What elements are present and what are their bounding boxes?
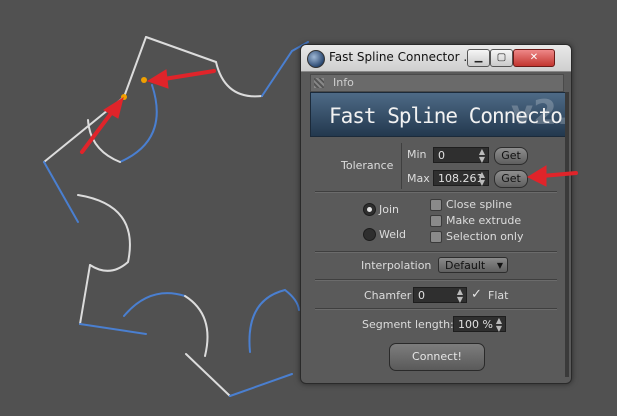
info-bar[interactable]: Info [310, 74, 564, 92]
minimize-button[interactable]: ▁ [467, 49, 490, 67]
interpolation-value: Default [445, 259, 486, 272]
spline-segment [123, 292, 186, 317]
make-extrude-checkbox[interactable] [430, 215, 442, 227]
spline-segment [184, 295, 209, 357]
spline-segment [215, 61, 263, 98]
join-radio[interactable] [363, 203, 376, 216]
max-tolerance-value: 108.261 [438, 172, 484, 185]
spin-arrows-icon[interactable]: ▲ ▼ [496, 317, 502, 333]
spin-arrows-icon[interactable]: ▲ ▼ [479, 171, 485, 187]
segment-length-field[interactable]: 100 % ▲ ▼ [453, 316, 506, 333]
section-divider [315, 251, 557, 253]
chamfer-value: 0 [418, 289, 425, 302]
scrollbar[interactable] [565, 92, 569, 377]
section-divider [315, 279, 557, 281]
checkmark-icon[interactable]: ✓ [471, 287, 482, 302]
section-divider [315, 308, 557, 310]
maximize-button[interactable]: ▢ [490, 49, 513, 67]
weld-label: Weld [379, 228, 407, 241]
spline-segment [145, 36, 217, 63]
spline-segment [77, 194, 131, 272]
spline-point[interactable] [141, 77, 147, 83]
segment-length-label: Segment length: [362, 318, 454, 331]
make-extrude-label: Make extrude [446, 214, 522, 227]
connect-button[interactable]: Connect! [389, 343, 485, 371]
interpolation-label: Interpolation [361, 259, 432, 272]
spline-segment [87, 119, 121, 163]
title-bar[interactable]: Fast Spline Connector ... ▁ ▢ ✕ [301, 45, 571, 72]
spline-segment [79, 323, 147, 335]
spline-segment [79, 264, 91, 325]
spline-segment [123, 36, 147, 98]
selection-only-checkbox[interactable] [430, 231, 442, 243]
plugin-window[interactable]: Fast Spline Connector ... ▁ ▢ ✕ Info v2.… [300, 44, 572, 384]
spline-segment [248, 288, 300, 353]
max-label: Max [407, 172, 430, 185]
get-max-button[interactable]: Get [494, 170, 528, 188]
red-arrow-icon [146, 69, 216, 89]
weld-radio[interactable] [363, 228, 376, 241]
window-title: Fast Spline Connector ... [329, 50, 475, 64]
tolerance-divider [401, 143, 402, 189]
min-tolerance-field[interactable]: 0 ▲ ▼ [433, 147, 489, 164]
interpolation-dropdown[interactable]: Default ▼ [438, 257, 508, 273]
get-min-button[interactable]: Get [494, 147, 528, 165]
chamfer-label: Chamfer [364, 289, 412, 302]
spin-arrows-icon[interactable]: ▲ ▼ [479, 148, 485, 164]
dropdown-arrow-icon: ▼ [496, 261, 503, 270]
spline-segment [229, 373, 293, 397]
tolerance-label: Tolerance [341, 159, 394, 172]
chamfer-field[interactable]: 0 ▲ ▼ [413, 287, 467, 304]
min-label: Min [407, 148, 427, 161]
close-spline-checkbox[interactable] [430, 199, 442, 211]
grip-icon[interactable] [314, 78, 324, 88]
spin-arrows-icon[interactable]: ▲ ▼ [457, 288, 463, 304]
spline-segment [185, 353, 231, 397]
selection-only-label: Selection only [446, 230, 524, 243]
segment-length-value: 100 % [458, 318, 493, 331]
spline-segment [43, 161, 79, 223]
max-tolerance-field[interactable]: 108.261 ▲ ▼ [433, 170, 489, 187]
close-button[interactable]: ✕ [513, 49, 555, 67]
app-icon [307, 50, 325, 68]
join-label: Join [379, 203, 400, 216]
close-spline-label: Close spline [446, 198, 513, 211]
min-tolerance-value: 0 [438, 149, 445, 162]
flat-label: Flat [488, 289, 509, 302]
header-banner: v2.0 Fast Spline Connector [310, 92, 566, 137]
info-label: Info [333, 76, 354, 89]
banner-title: Fast Spline Connector [329, 104, 566, 128]
section-divider [315, 191, 557, 193]
